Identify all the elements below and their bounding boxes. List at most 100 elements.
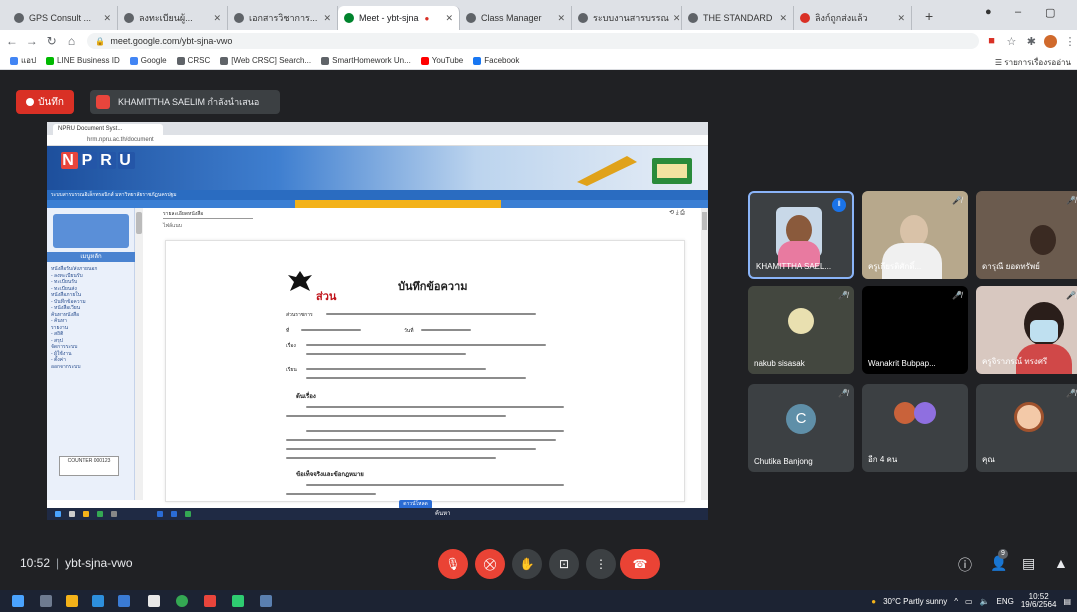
- menu-kebab-icon[interactable]: ⋮: [1063, 35, 1077, 48]
- browser-tab[interactable]: เอกสารวิชาการ... ✕: [228, 6, 338, 30]
- participant-face-mask: [1030, 320, 1058, 342]
- browser-tab-active[interactable]: Meet - ybt-sjna ● ✕: [338, 6, 460, 30]
- browser-tab[interactable]: ลงทะเบียนผู้... ✕: [118, 6, 228, 30]
- panel-title: รายละเอียดหนังสือ: [163, 210, 253, 219]
- participant-tile[interactable]: ⦀ KHAMITTHA SAEL...: [748, 191, 854, 279]
- windows-start-icon[interactable]: [12, 595, 24, 607]
- bookmark-apps[interactable]: แอป: [10, 54, 36, 67]
- participant-avatar-small: [894, 402, 916, 424]
- chrome-profile-icon[interactable]: ●: [985, 6, 992, 18]
- presenter-indicator: KHAMITTHA SAELIM กำลังนำเสนอ: [90, 90, 280, 114]
- edge-icon[interactable]: [92, 595, 104, 607]
- new-tab-icon[interactable]: +: [925, 8, 933, 24]
- bookmark-item[interactable]: SmartHomework Un...: [321, 56, 411, 65]
- app-icon[interactable]: [260, 595, 272, 607]
- meeting-details-button[interactable]: ⓘ: [958, 555, 972, 575]
- meeting-code: ybt-sjna-vwo: [65, 556, 133, 570]
- present-screen-icon: ⊡: [558, 557, 570, 571]
- back-icon[interactable]: ←: [4, 34, 20, 48]
- chat-icon: ▤: [1022, 555, 1036, 571]
- network-icon[interactable]: ▭: [965, 597, 973, 606]
- mic-toggle-button[interactable]: 🎙: [438, 549, 468, 579]
- camera-toggle-button[interactable]: ⛒: [475, 549, 505, 579]
- weather-text[interactable]: 30°C Partly sunny: [883, 597, 947, 606]
- participant-tile[interactable]: C 🎤̸ Chutika Banjong: [748, 384, 854, 472]
- input-language[interactable]: ENG: [997, 597, 1014, 606]
- reload-icon[interactable]: ↻: [44, 34, 60, 48]
- visitor-counter: COUNTER 000123: [59, 456, 119, 476]
- minimize-icon[interactable]: –: [1015, 6, 1021, 18]
- reading-list-icon: ☰: [994, 58, 1005, 67]
- participant-tile[interactable]: 🎤̸ Wanakrit Bubpap...: [862, 286, 968, 374]
- record-dot-icon: [26, 98, 35, 106]
- participant-name: nakub sisasak: [754, 359, 805, 368]
- forward-icon[interactable]: →: [24, 34, 40, 48]
- address-bar[interactable]: 🔒 meet.google.com/ybt-sjna-vwo: [87, 33, 979, 49]
- shared-address-bar: hrm.npru.ac.th/document: [47, 135, 708, 146]
- shapes-icon: ▲: [1054, 555, 1068, 571]
- notifications-icon[interactable]: ▤: [1063, 597, 1071, 606]
- activities-button[interactable]: ▲: [1054, 555, 1068, 571]
- close-tab-icon[interactable]: ✕: [441, 13, 453, 24]
- present-button[interactable]: ⊡: [549, 549, 579, 579]
- store-icon[interactable]: [148, 595, 160, 607]
- maximize-icon[interactable]: ▢: [1045, 6, 1055, 19]
- browser-tab-strip: GPS Consult ... ✕ ลงทะเบียนผู้... ✕ เอกสาร…: [0, 0, 1077, 30]
- browser-tab[interactable]: GPS Consult ... ✕: [8, 6, 118, 30]
- shared-taskbar: ค้นหา: [47, 508, 708, 520]
- line-icon: [46, 56, 55, 65]
- taskbar-clock[interactable]: 10:52 19/6/2564: [1021, 593, 1057, 609]
- bookmark-star-icon[interactable]: ☆: [1005, 35, 1019, 48]
- bookmark-item[interactable]: CRSC: [176, 56, 210, 65]
- bookmark-item[interactable]: YouTube: [420, 56, 463, 65]
- home-icon[interactable]: ⌂: [64, 34, 80, 48]
- doc-label: เรียน: [286, 367, 297, 373]
- mic-off-icon: 🎤̸: [1066, 389, 1076, 398]
- shared-nav-row: ระบบสารบรรณอิเล็กทรอนิกส์ มหาวิทยาลัยราช…: [47, 190, 708, 200]
- chrome-icon[interactable]: [176, 595, 188, 607]
- close-tab-icon[interactable]: ✕: [319, 13, 331, 24]
- camera-indicator-icon[interactable]: ■: [985, 35, 999, 47]
- people-button[interactable]: 👤 9: [990, 549, 1008, 572]
- file-explorer-icon[interactable]: [66, 595, 78, 607]
- browser-tab[interactable]: ระบบงานสารบรรณ ✕: [572, 6, 682, 30]
- system-tray: ● 30°C Partly sunny ^ ▭ 🔈 ENG 10:52 19/6/…: [871, 593, 1071, 609]
- camera-off-icon: ⛒: [483, 556, 497, 571]
- close-tab-icon[interactable]: ✕: [893, 13, 905, 24]
- participant-tile[interactable]: 🎤̸ ครูจิราภรณ์ ทรงศรี: [976, 286, 1077, 374]
- close-tab-icon[interactable]: ✕: [553, 13, 565, 24]
- line-icon[interactable]: [232, 595, 244, 607]
- leave-call-button[interactable]: ☎: [620, 549, 660, 579]
- bookmark-item[interactable]: LINE Business ID: [46, 56, 120, 65]
- self-tile[interactable]: 🎤̸ คุณ: [976, 384, 1077, 472]
- reading-list[interactable]: ☰ รายการเรื่องรออ่าน: [995, 56, 1071, 69]
- browser-tab[interactable]: THE STANDARD ✕: [682, 6, 794, 30]
- bookmark-item[interactable]: Google: [129, 56, 167, 65]
- close-tab-icon[interactable]: ✕: [209, 13, 221, 24]
- bookmark-item[interactable]: Facebook: [473, 56, 519, 65]
- participant-tile[interactable]: 🎤̸ nakub sisasak: [748, 286, 854, 374]
- raise-hand-button[interactable]: ✋: [512, 549, 542, 579]
- participant-name: ครูจิราภรณ์ ทรงศรี: [982, 357, 1048, 366]
- pdf-tools-icon: ⟲ ⤓ ⎙: [669, 210, 685, 216]
- profile-avatar[interactable]: [1044, 34, 1058, 48]
- participant-tile[interactable]: 🎤̸ ครูเกียรติศักดิ์...: [862, 191, 968, 279]
- ie-icon[interactable]: [118, 595, 130, 607]
- task-view-icon[interactable]: [40, 595, 52, 607]
- participant-tile[interactable]: 🎤̸ ดารุณี ยอดทรัพย์: [976, 191, 1077, 279]
- tray-chevron-icon[interactable]: ^: [954, 597, 958, 606]
- chat-button[interactable]: ▤: [1022, 555, 1035, 572]
- more-options-button[interactable]: ⋮: [586, 549, 616, 579]
- browser-tab[interactable]: Class Manager ✕: [460, 6, 572, 30]
- panel-subtitle: ไฟล์แนบ: [163, 223, 182, 229]
- extensions-icon[interactable]: ✱: [1024, 35, 1038, 48]
- bookmark-item[interactable]: [Web CRSC] Search...: [220, 56, 311, 65]
- volume-icon[interactable]: 🔈: [980, 597, 990, 606]
- close-tab-icon[interactable]: ✕: [99, 13, 111, 24]
- close-tab-icon[interactable]: ✕: [669, 13, 681, 24]
- recording-badge[interactable]: บันทึก: [16, 90, 74, 114]
- browser-tab[interactable]: ลิงก์ถูกส่งแล้ว ✕: [794, 6, 912, 30]
- close-tab-icon[interactable]: ✕: [775, 13, 787, 24]
- more-participants-tile[interactable]: อีก 4 คน: [862, 384, 968, 472]
- app-icon[interactable]: [204, 595, 216, 607]
